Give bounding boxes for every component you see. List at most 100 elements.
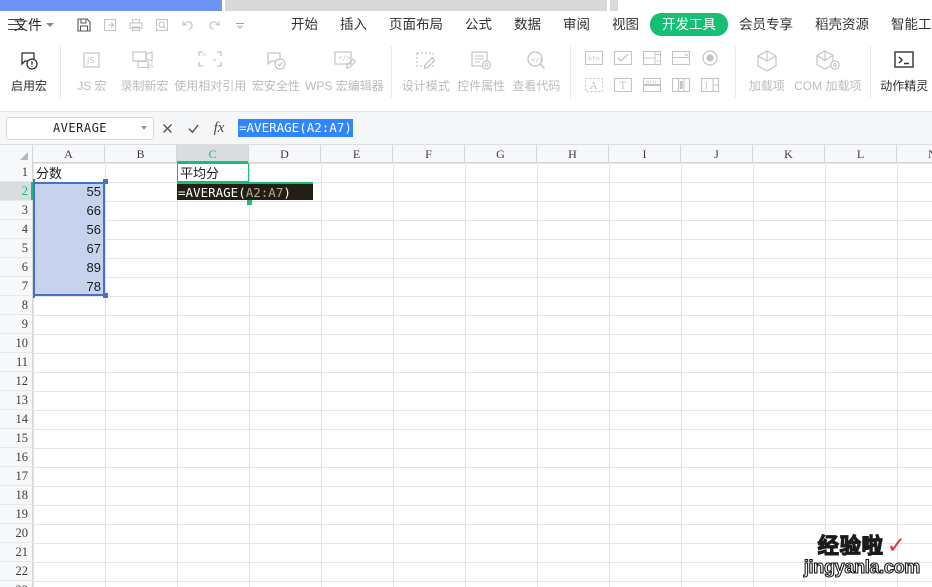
column-header-i[interactable]: I xyxy=(609,145,681,163)
ribbon-button-addin[interactable]: 加载项 xyxy=(742,38,792,106)
column-header-d[interactable]: D xyxy=(249,145,321,163)
cell-a3[interactable]: 66 xyxy=(33,201,105,220)
column-header-a[interactable]: A xyxy=(33,145,105,163)
ribbon-button-macro-security[interactable]: 宏安全性 xyxy=(248,38,303,106)
document-tabstrip[interactable] xyxy=(0,0,932,11)
column-header-f[interactable]: F xyxy=(393,145,465,163)
cell-a7[interactable]: 78 xyxy=(33,277,105,296)
row-header-22[interactable]: 22 xyxy=(0,562,33,581)
spinner-control-icon[interactable]: 1 xyxy=(698,74,722,96)
listbox-control-icon[interactable] xyxy=(640,47,664,69)
column-header-l[interactable]: L xyxy=(825,145,897,163)
ribbon-button-action-wizard[interactable]: 动作精灵 xyxy=(877,38,932,106)
row-header-1[interactable]: 1 xyxy=(0,163,33,182)
cell-editor-handle[interactable] xyxy=(247,200,252,205)
scrollbar-control-icon[interactable] xyxy=(669,74,693,96)
row-header-8[interactable]: 8 xyxy=(0,296,33,315)
worksheet-grid[interactable]: ABCDEFGHIJKLN 12345678910111213141516171… xyxy=(0,145,932,587)
row-header-19[interactable]: 19 xyxy=(0,505,33,524)
grid-cells-area[interactable]: =AVERAGE(A2:A7) 分数 55 66 56 67 89 78 平均分 xyxy=(33,163,932,587)
row-header-12[interactable]: 12 xyxy=(0,372,33,391)
cell-editor-c2[interactable]: =AVERAGE(A2:A7) xyxy=(177,182,313,200)
row-header-9[interactable]: 9 xyxy=(0,315,33,334)
ribbon-button-macro-editor[interactable]: </> WPS 宏编辑器 xyxy=(304,38,386,106)
chevron-down-icon[interactable] xyxy=(228,14,252,36)
export-icon[interactable] xyxy=(98,14,122,36)
print-preview-icon[interactable] xyxy=(150,14,174,36)
select-all-corner[interactable] xyxy=(0,145,33,163)
ribbon-button-view-code[interactable]: </> 查看代码 xyxy=(509,38,564,106)
save-icon[interactable] xyxy=(72,14,96,36)
ribbon-button-design-mode[interactable]: 设计模式 xyxy=(398,38,453,106)
ribbon-button-record-macro[interactable]: JS 录制新宏 xyxy=(117,38,172,106)
cell-c1[interactable]: 平均分 xyxy=(177,163,249,182)
checkbox-control-icon[interactable] xyxy=(611,47,635,69)
column-header-c[interactable]: C xyxy=(177,145,249,163)
row-header-2[interactable]: 2 xyxy=(0,182,33,201)
tab-view[interactable]: 视图 xyxy=(601,13,650,36)
row-header-13[interactable]: 13 xyxy=(0,391,33,410)
name-box[interactable]: AVERAGE xyxy=(6,116,154,140)
tab-review[interactable]: 审阅 xyxy=(552,13,601,36)
togglebutton-control-icon[interactable]: btn xyxy=(640,74,664,96)
cell-a4[interactable]: 56 xyxy=(33,220,105,239)
tab-start[interactable]: 开始 xyxy=(280,13,329,36)
textfield-control-icon[interactable]: T xyxy=(611,74,635,96)
ribbon-button-relative-reference[interactable]: “” 使用相对引用 xyxy=(172,38,248,106)
grid-line-horizontal xyxy=(33,410,932,411)
row-header-18[interactable]: 18 xyxy=(0,486,33,505)
ribbon-button-enable-macro[interactable]: 启用宏 xyxy=(4,38,54,106)
column-header-b[interactable]: B xyxy=(105,145,177,163)
document-tab-active[interactable] xyxy=(0,0,222,11)
row-header-23[interactable]: 23 xyxy=(0,581,33,587)
tab-insert[interactable]: 插入 xyxy=(329,13,378,36)
cell-a6[interactable]: 89 xyxy=(33,258,105,277)
tab-page-layout[interactable]: 页面布局 xyxy=(378,13,454,36)
document-tab-idle[interactable] xyxy=(225,0,607,11)
row-header-10[interactable]: 10 xyxy=(0,334,33,353)
row-header-5[interactable]: 5 xyxy=(0,239,33,258)
button-control-icon[interactable]: btn xyxy=(582,47,606,69)
document-tab-idle-2[interactable] xyxy=(610,0,618,11)
row-header-11[interactable]: 11 xyxy=(0,353,33,372)
row-header-21[interactable]: 21 xyxy=(0,543,33,562)
grid-line-horizontal xyxy=(33,391,932,392)
cell-a2[interactable]: 55 xyxy=(33,182,105,201)
row-header-4[interactable]: 4 xyxy=(0,220,33,239)
column-header-h[interactable]: H xyxy=(537,145,609,163)
tab-smart-toolbox[interactable]: 智能工具箱 xyxy=(880,13,932,36)
tab-docer-resources[interactable]: 稻壳资源 xyxy=(804,13,880,36)
column-header-j[interactable]: J xyxy=(681,145,753,163)
row-header-16[interactable]: 16 xyxy=(0,448,33,467)
row-header-20[interactable]: 20 xyxy=(0,524,33,543)
column-header-e[interactable]: E xyxy=(321,145,393,163)
column-header-g[interactable]: G xyxy=(465,145,537,163)
row-header-17[interactable]: 17 xyxy=(0,467,33,486)
ribbon-button-js-macro[interactable]: JS JS 宏 xyxy=(67,38,117,106)
row-header-15[interactable]: 15 xyxy=(0,429,33,448)
row-header-7[interactable]: 7 xyxy=(0,277,33,296)
row-header-14[interactable]: 14 xyxy=(0,410,33,429)
tab-member-exclusive[interactable]: 会员专享 xyxy=(728,13,804,36)
formula-input[interactable]: =AVERAGE(A2:A7) xyxy=(238,117,926,139)
tab-data[interactable]: 数据 xyxy=(503,13,552,36)
tab-developer-tools[interactable]: 开发工具 xyxy=(650,13,728,36)
radio-control-icon[interactable] xyxy=(698,47,722,69)
redo-icon[interactable] xyxy=(202,14,226,36)
insert-function-button[interactable]: fx xyxy=(206,115,232,141)
combobox-control-icon[interactable] xyxy=(669,47,693,69)
column-header-k[interactable]: K xyxy=(753,145,825,163)
ribbon-button-control-properties[interactable]: 控件属性 xyxy=(453,38,508,106)
tab-formulas[interactable]: 公式 xyxy=(454,13,503,36)
confirm-formula-button[interactable] xyxy=(180,115,206,141)
undo-icon[interactable] xyxy=(176,14,200,36)
column-header-n[interactable]: N xyxy=(897,145,932,163)
cell-a1[interactable]: 分数 xyxy=(33,163,105,182)
row-header-3[interactable]: 3 xyxy=(0,201,33,220)
cell-a5[interactable]: 67 xyxy=(33,239,105,258)
cancel-formula-button[interactable] xyxy=(154,115,180,141)
print-icon[interactable] xyxy=(124,14,148,36)
ribbon-button-com-addin[interactable]: COM 加载项 xyxy=(792,38,864,106)
row-header-6[interactable]: 6 xyxy=(0,258,33,277)
label-control-icon[interactable]: A xyxy=(582,74,606,96)
